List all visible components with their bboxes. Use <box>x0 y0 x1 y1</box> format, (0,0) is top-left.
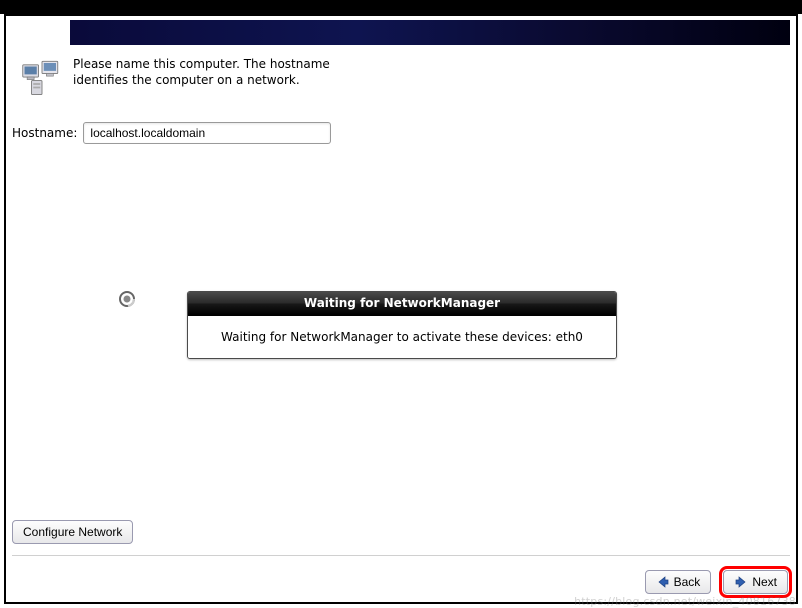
hostname-row: Hostname: <box>12 122 331 144</box>
hostname-input[interactable] <box>83 122 331 144</box>
installer-frame: Please name this computer. The hostname … <box>4 14 798 604</box>
configure-network-label: Configure Network <box>23 525 122 539</box>
spinner-icon <box>119 291 135 307</box>
top-black-bar <box>0 0 802 14</box>
dialog-body: Waiting for NetworkManager to activate t… <box>188 316 616 358</box>
network-wait-dialog: Waiting for NetworkManager Waiting for N… <box>187 291 617 359</box>
nav-row: Back Next <box>645 570 788 594</box>
header-banner <box>70 20 790 45</box>
arrow-left-icon <box>656 575 670 589</box>
description-text: Please name this computer. The hostname … <box>73 56 333 88</box>
configure-network-button[interactable]: Configure Network <box>12 520 133 544</box>
next-button[interactable]: Next <box>723 570 788 594</box>
back-button[interactable]: Back <box>645 570 712 594</box>
hostname-label: Hostname: <box>12 126 77 140</box>
back-label: Back <box>674 575 701 589</box>
dialog-title: Waiting for NetworkManager <box>188 292 616 316</box>
computer-icon <box>21 56 63 98</box>
separator <box>12 555 790 556</box>
arrow-right-icon <box>734 575 748 589</box>
next-label: Next <box>752 575 777 589</box>
description-row: Please name this computer. The hostname … <box>21 56 781 98</box>
